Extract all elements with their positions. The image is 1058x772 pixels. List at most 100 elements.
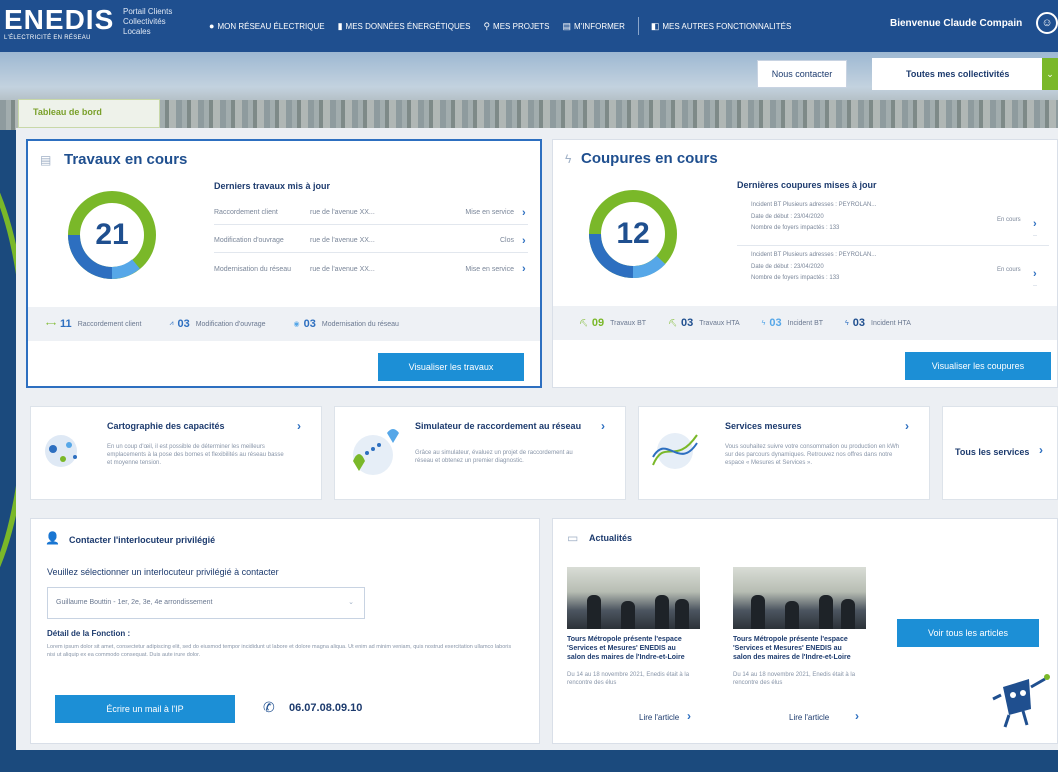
nav-mes-projets[interactable]: ⚲ Mes projets [483,21,549,32]
tab-dashboard[interactable]: Tableau de bord [18,99,160,128]
article-title[interactable]: Tours Métropole présente l'espace 'Servi… [733,635,857,662]
coupures-title: Coupures en cours [581,150,718,167]
row-status: Mise en service [465,265,514,273]
row-type: Raccordement client [214,209,278,216]
travaux-row[interactable]: Modification d'ouvrage rue de l'avenue X… [214,229,528,253]
stat-travaux-bt: ⛏ 09 Travaux BT [579,317,646,329]
book-icon: ▤ [562,20,572,31]
stat-label: Incident BT [787,319,824,327]
chevron-right-icon[interactable]: › [522,207,526,219]
collectivity-select[interactable]: Toutes mes collectivités [872,58,1042,90]
nav-divider [637,17,639,35]
bar-chart-icon: ▮ [337,20,343,31]
interlocutor-select[interactable]: Guillaume Bouttin - 1er, 2e, 3e, 4e arro… [47,587,365,619]
chevron-right-icon[interactable]: › [522,263,526,275]
stat-incident-hta: ϟ 03 Incident HTA [845,317,911,329]
stat-modification: ⩘ 03 Modification d'ouvrage [170,318,266,330]
service-title: Simulateur de raccordement au réseau [415,421,582,431]
main-nav: ● Mon réseau électrique ▮ Mes données éner… [209,17,804,35]
service-card-mesures[interactable]: Services mesures Vous souhaitez suivre v… [638,406,930,500]
phone-icon: ✆ [263,699,275,715]
row-address: rue de l'avenue XX... [310,237,375,244]
coupures-subtitle: Dernières coupures mises à jour [737,180,877,190]
row-type: Modernisation du réseau [214,265,292,273]
view-works-button[interactable]: Visualiser les travaux [378,353,524,381]
route-map-icon [353,429,399,475]
stat-value: 03 [852,317,866,329]
portal-label: Portail Clients Collectivités Locales [123,7,173,36]
bolt-icon: ϟ [565,152,572,166]
document-icon: ▤ [40,153,52,167]
view-outages-button[interactable]: Visualiser les coupures [905,352,1051,380]
nav-m-informer[interactable]: ▤ M'informer [563,21,625,32]
enedis-logo[interactable]: ENEDIS L'ÉLECTRICITÉ EN RÉSEAU Portail C… [0,0,195,52]
row-status: En cours [997,217,1021,223]
user-account-icon[interactable]: ☺ [1036,12,1058,34]
article-image[interactable] [733,567,866,629]
chevron-right-icon[interactable]: › [522,235,526,247]
coupures-donut: 12 [587,188,679,280]
stat-value: 11 [60,318,72,330]
row-status: Mise en service [465,209,514,216]
coupures-count: 12 [616,217,650,250]
row-type: Modification d'ouvrage [214,237,284,244]
user-icon: 👤 [45,531,60,545]
travaux-row[interactable]: Modernisation du réseau rue de l'avenue … [214,257,528,281]
travaux-count: 21 [95,218,129,251]
all-services-card[interactable]: Tous les services › [942,406,1058,500]
stat-value: 03 [303,318,316,330]
contact-card: 👤 Contacter l'interlocuteur privilégié V… [30,518,540,744]
stat-value: 03 [680,317,694,329]
write-mail-button[interactable]: Écrire un mail à l'IP [55,695,235,723]
travaux-row[interactable]: Raccordement client rue de l'avenue XX..… [214,201,528,225]
stat-travaux-hta: ⛏ 03 Travaux HTA [668,317,740,329]
chevron-down-icon: ⌄ [348,599,354,606]
nav-label: M'informer [574,21,625,31]
dashboard-content: ▤ Travaux en cours 21 Derniers travaux m… [16,128,1058,750]
phone-number: 06.07.08.09.10 [289,702,363,714]
chevron-right-icon[interactable]: › [905,419,909,433]
read-article-link[interactable]: Lire l'article [789,713,829,722]
worker-icon: ⛏ [579,320,588,327]
view-all-articles-button[interactable]: Voir tous les articles [897,619,1039,647]
chevron-right-icon[interactable]: › [297,419,301,433]
detail-text: Lorem ipsum dolor sit amet, consectetur … [47,644,512,658]
pin-icon: ● [209,21,215,31]
chevron-right-icon[interactable]: › [1033,212,1037,236]
stat-modernisation: ◉ 03 Modernisation du réseau [294,318,399,330]
service-title: Services mesures [725,421,802,431]
contact-prompt: Veuillez sélectionner un interlocuteur p… [47,567,279,577]
stat-value: 03 [177,318,190,330]
service-card-cartographie[interactable]: Cartographie des capacités En un coup d'… [30,406,322,500]
coupure-row[interactable]: Incident BT Plusieurs adresses : PEYROLA… [737,198,1049,246]
stat-incident-bt: ϟ 03 Incident BT [762,317,823,329]
row-incident: Incident BT Plusieurs adresses : PEYROLA… [751,202,877,208]
contact-us-button[interactable]: Nous contacter [757,60,847,88]
article-title[interactable]: Tours Métropole présente l'espace 'Servi… [567,635,691,662]
chevron-right-icon[interactable]: › [601,419,605,433]
nav-mes-donnees[interactable]: ▮ Mes données énergétiques [338,21,471,32]
news-icon: ▭ [567,531,579,545]
article-image[interactable] [567,567,700,629]
service-card-simulateur[interactable]: Simulateur de raccordement au réseau Grâ… [334,406,626,500]
chevron-right-icon[interactable]: › [1033,262,1037,286]
mascot-icon[interactable] [989,669,1055,731]
measure-curve-icon [652,433,698,469]
chevron-right-icon[interactable]: › [1039,443,1043,457]
selected-interlocutor: Guillaume Bouttin - 1er, 2e, 3e, 4e arro… [56,599,213,606]
news-title: Actualités [589,533,633,543]
stat-label: Modification d'ouvrage [195,320,266,328]
chevron-down-icon[interactable]: ⌄ [1042,58,1058,90]
row-status: Clos [499,237,514,244]
nav-label: Mes autres fonctionnalités [662,21,792,31]
window-icon: ◧ [650,20,660,31]
logo-tagline: L'ÉLECTRICITÉ EN RÉSEAU [4,35,91,41]
chevron-right-icon[interactable]: › [687,709,691,723]
nav-mon-reseau[interactable]: ● Mon réseau électrique [209,21,325,31]
nav-autres-fonctionnalites[interactable]: ◧ Mes autres fonctionnalités [651,21,791,32]
service-title: Cartographie des capacités [107,421,225,431]
row-address: rue de l'avenue XX... [310,209,375,216]
chevron-right-icon[interactable]: › [855,709,859,723]
read-article-link[interactable]: Lire l'article [639,713,679,722]
coupure-row[interactable]: Incident BT Plusieurs adresses : PEYROLA… [737,248,1049,296]
